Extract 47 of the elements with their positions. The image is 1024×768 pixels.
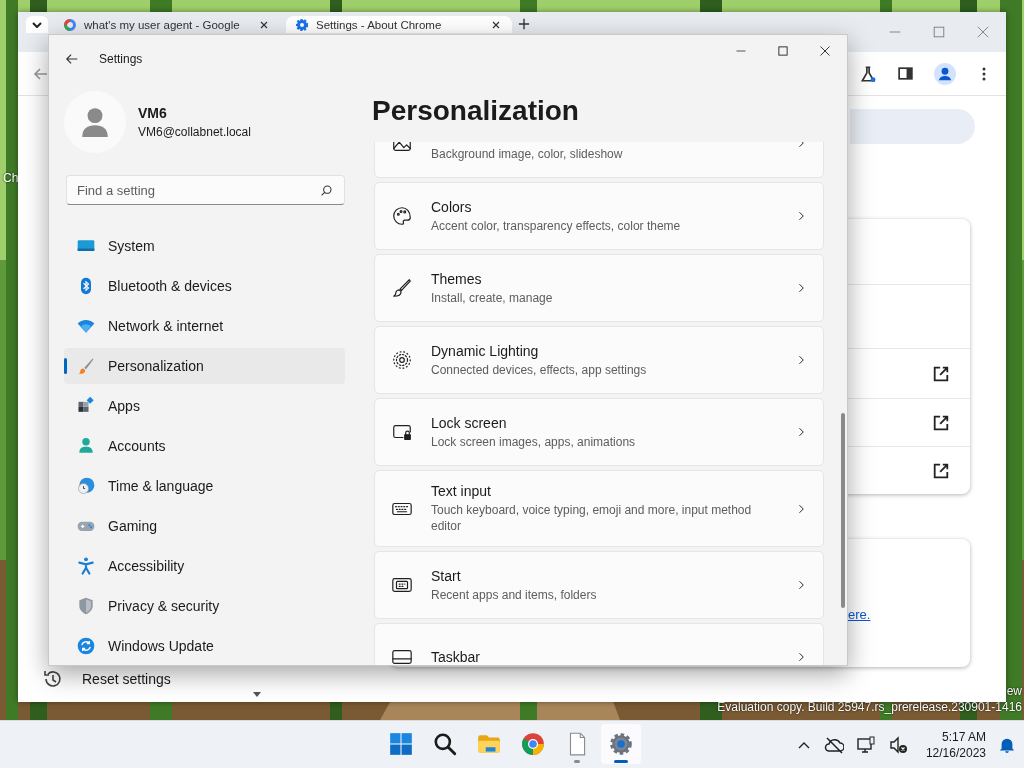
- card-title: Dynamic Lighting: [431, 342, 540, 359]
- nav-item[interactable]: Windows Update: [64, 628, 345, 664]
- settings-card[interactable]: Text input Touch keyboard, voice typing, emoji and more, input method editor: [374, 470, 824, 547]
- settings-card[interactable]: Taskbar: [374, 623, 824, 665]
- card-title: Taskbar: [431, 649, 482, 665]
- nav-item[interactable]: Personalization: [64, 348, 345, 384]
- browser-tab[interactable]: Settings - About Chrome: [286, 16, 512, 33]
- card-description: Touch keyboard, voice typing, emoji and more, input method editor: [431, 502, 753, 534]
- nav-item[interactable]: Accessibility: [64, 548, 345, 584]
- watermark-text: Evaluation copy. Build 25947.rs_prerelease.230901-1416: [717, 699, 1022, 715]
- nav-item[interactable]: Time & language: [64, 468, 345, 504]
- watermark-text: ew: [1006, 683, 1022, 699]
- clock-date[interactable]: 12/16/2023: [925, 744, 986, 761]
- nav-item[interactable]: Bluetooth & devices: [64, 268, 345, 304]
- card-description: Install, create, manage: [431, 289, 554, 306]
- browser-tab[interactable]: what's my user agent - Google: [54, 16, 280, 33]
- settings-card[interactable]: Themes Install, create, manage: [374, 254, 824, 322]
- page-title: Personalization: [372, 95, 579, 127]
- nav-item[interactable]: Apps: [64, 388, 345, 424]
- nav-item[interactable]: Network & internet: [64, 308, 345, 344]
- desktop-icon-label[interactable]: Ch: [3, 171, 19, 185]
- nav-item[interactable]: Privacy & security: [64, 588, 345, 624]
- card-description: Connected devices, effects, app settings: [431, 361, 648, 378]
- nav-item[interactable]: System: [64, 228, 345, 264]
- nav-item[interactable]: Accounts: [64, 428, 345, 464]
- card-description: Accent color, transparency effects, color theme: [431, 217, 682, 234]
- card-description: Background image, color, slideshow: [431, 146, 624, 162]
- card-title: Lock screen: [431, 414, 508, 431]
- settings-card[interactable]: Colors Accent color, transparency effects, color theme: [374, 182, 824, 250]
- card-title: Themes: [431, 270, 483, 287]
- settings-card[interactable]: Lock screen Lock screen images, apps, animations: [374, 398, 824, 466]
- window-title: Settings: [99, 52, 143, 66]
- settings-card[interactable]: Background image, color, slideshow: [374, 142, 824, 178]
- card-description: Recent apps and items, folders: [431, 586, 598, 603]
- nav-item[interactable]: Gaming: [64, 508, 345, 544]
- card-description: Lock screen images, apps, animations: [431, 433, 637, 450]
- card-title: Colors: [431, 198, 473, 215]
- clock-time[interactable]: 5:17 AM: [941, 728, 986, 745]
- card-title: Text input: [431, 483, 492, 499]
- user-name: VM6: [138, 105, 168, 121]
- user-email: VM6@collabnet.local: [138, 125, 251, 139]
- search-field[interactable]: Find a setting: [66, 175, 345, 205]
- nav-link[interactable]: Reset settings: [82, 671, 171, 687]
- card-title: Start: [431, 567, 462, 584]
- settings-card[interactable]: Start Recent apps and items, folders: [374, 551, 824, 619]
- link[interactable]: ere.: [848, 607, 871, 622]
- settings-card[interactable]: Dynamic Lighting Connected devices, effects, app settings: [374, 326, 824, 394]
